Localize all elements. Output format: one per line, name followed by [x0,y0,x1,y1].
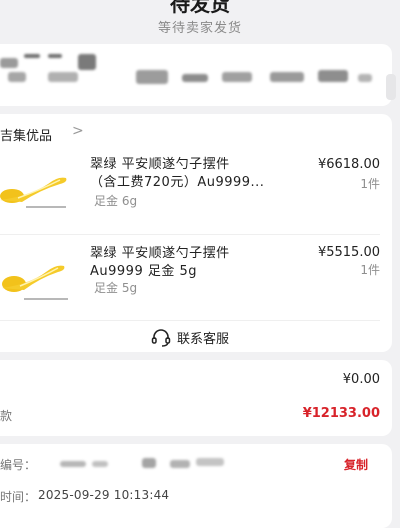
chevron-right-icon[interactable]: > [72,123,84,139]
product-title[interactable]: 翠绿 平安顺遂勺子摆件 Au9999 足金 5g [90,245,230,281]
total-label: 款 [0,409,13,423]
redacted-order-number [60,461,86,467]
redacted-address [270,72,304,82]
redacted-name [24,54,40,58]
order-info-card: 编号： 复制 时间： 2025-09-29 10:13:44 [0,444,392,528]
product-quantity: 1件 [360,177,380,191]
store-name[interactable]: 吉集优品 [0,125,52,144]
order-items-card: 吉集优品 > 翠绿 平安顺遂勺子摆件 （含工费720元）Au9999... 足金… [0,114,392,352]
product-quantity: 1件 [360,263,380,277]
redacted-name [8,72,26,82]
copy-button[interactable]: 复制 [344,456,368,473]
scroll-edge [386,74,396,100]
product-image[interactable] [0,156,80,222]
order-number-label: 编号： [0,458,37,472]
redacted-order-number [196,458,224,466]
gold-spoon-icon [0,177,67,208]
headset-icon [151,328,171,347]
product-image[interactable] [0,246,80,312]
product-title-line: （含工费720元）Au9999... [90,175,265,190]
redacted-address [358,74,372,82]
redacted-phone [182,74,208,82]
product-price: ¥5515.00 [317,245,380,260]
amount-card: ¥0.00 款 ¥12133.00 [0,360,392,436]
total-amount: ¥12133.00 [302,406,380,421]
redacted-name [48,54,62,58]
product-spec: 足金 5g [94,281,138,295]
redacted-name [48,72,78,82]
product-title-line: 翠绿 平安顺遂勺子摆件 [90,157,230,172]
amount-value: ¥0.00 [342,372,380,387]
order-time-label: 时间： [0,490,37,504]
page-title: 待发货 [170,0,230,16]
redacted-name [78,54,96,70]
redacted-order-number [142,458,156,468]
divider [0,234,380,235]
divider [0,320,380,321]
redacted-order-number [170,460,190,468]
redacted-order-number [92,461,108,467]
order-status-subtitle: 等待卖家发货 [157,21,242,36]
contact-service-button[interactable]: 联系客服 [0,328,392,351]
product-price: ¥6618.00 [317,157,380,172]
redacted-address [318,70,348,82]
product-title-line: 翠绿 平安顺遂勺子摆件 [90,246,230,261]
contact-service-label: 联系客服 [176,332,229,347]
redacted-address [222,72,252,82]
page-header: 待发货 等待卖家发货 [0,0,400,44]
redacted-phone [136,70,168,84]
gold-spoon-icon [2,265,68,300]
order-time-value: 2025-09-29 10:13:44 [38,488,170,502]
redacted-name [0,58,18,68]
product-spec: 足金 6g [94,194,138,208]
product-title[interactable]: 翠绿 平安顺遂勺子摆件 （含工费720元）Au9999... [90,156,264,192]
address-card[interactable] [0,44,396,106]
